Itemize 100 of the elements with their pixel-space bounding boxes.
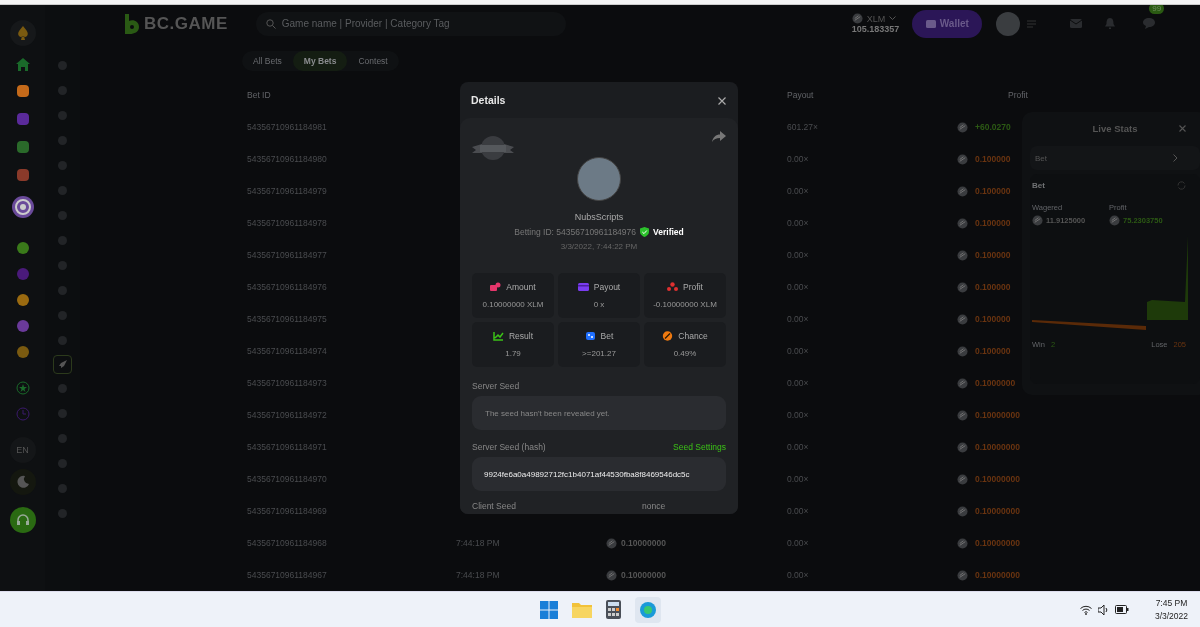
bet-id-cell-text: 54356710961184974 — [247, 346, 328, 356]
search-icon — [265, 18, 276, 29]
chevron-down-icon[interactable] — [889, 16, 897, 21]
profit-cell: +60.0270 — [975, 122, 1011, 132]
bet-id-cell-text: 54356710961184976 — [247, 282, 328, 292]
profit-cell: 0.1000000 — [975, 378, 1016, 388]
profit-cell: 0.100000 — [975, 282, 1011, 292]
battery-icon[interactable] — [1114, 605, 1129, 614]
percent-icon — [662, 331, 674, 341]
tab[interactable]: Contest — [347, 50, 399, 71]
amount-cell: 0.10000000 — [621, 570, 666, 580]
clock-icon[interactable] — [15, 407, 30, 421]
wifi-icon[interactable] — [1079, 604, 1092, 615]
shield-check-icon — [640, 227, 650, 237]
bet-id-cell-text: 54356710961184972 — [247, 410, 328, 420]
coin-icon — [957, 249, 968, 261]
folder-icon[interactable] — [572, 601, 592, 618]
logo-text: BC.GAME — [144, 13, 228, 34]
coin-icon — [957, 121, 968, 133]
bell-icon[interactable] — [1105, 18, 1116, 29]
close-icon — [1179, 125, 1186, 132]
coin-icon — [957, 217, 968, 229]
tab[interactable]: All Bets — [242, 50, 293, 71]
spade-icon[interactable] — [9, 20, 36, 46]
server-seed-field: The seed hasn't been revealed yet. — [472, 396, 726, 430]
profit-cell: 0.100000 — [975, 154, 1011, 164]
headset-icon[interactable] — [9, 507, 36, 533]
dice-icon — [584, 331, 596, 341]
profit-cell: 0.10000000 — [975, 506, 1020, 516]
tab[interactable]: My Bets — [292, 50, 348, 71]
bet-id-cell-text: 54356710961184970 — [247, 474, 328, 484]
betting-id: Betting ID: 54356710961184976 — [514, 227, 637, 237]
panel-title: Live Stats — [1092, 122, 1138, 134]
star-icon[interactable] — [15, 381, 30, 395]
bet-id-cell-text: 54356710961184968 — [247, 538, 328, 548]
refresh-icon[interactable] — [1177, 181, 1186, 190]
moon-icon[interactable] — [9, 469, 36, 495]
field-label: Server Seed — [472, 381, 520, 391]
chat-icon[interactable] — [1143, 17, 1156, 29]
home-icon[interactable] — [15, 58, 30, 71]
field-label: Server Seed (hash) — [472, 442, 546, 452]
mail-icon[interactable] — [1070, 19, 1083, 28]
close-icon — [718, 96, 726, 105]
time-cell: 7:44:18 PM — [456, 570, 500, 580]
stat-value: 0.10000000 XLM — [482, 300, 544, 309]
profit-cell: 0.100000 — [975, 314, 1011, 324]
coin-icon — [957, 537, 968, 549]
bet-id-cell-text: 54356710961184977 — [247, 250, 328, 260]
wallet-icon — [925, 19, 936, 28]
hash-field[interactable]: 9924fe6a0a49892712fc1b4071af44530fba8f8469546dc5c — [472, 457, 726, 491]
stat-label: Result — [508, 331, 534, 341]
language-button[interactable]: EN — [9, 437, 36, 463]
dialog-title: Details — [471, 94, 506, 106]
time-cell: 7:44:18 PM — [456, 538, 500, 548]
seed-settings-link[interactable]: Seed Settings — [673, 442, 726, 452]
bet-date: 3/3/2022, 7:44:22 PM — [559, 242, 639, 251]
currency-selector[interactable]: XLM — [866, 13, 886, 24]
bet-id-cell-text: 54356710961184969 — [247, 506, 328, 516]
profit-cell: 0.100000 — [975, 250, 1011, 260]
stat-value: 1.79 — [505, 349, 521, 358]
stat-label: Amount — [506, 282, 536, 292]
browser-icon[interactable] — [635, 596, 661, 623]
profit-cell: 0.100000 — [975, 186, 1011, 196]
coin-icon — [957, 569, 968, 581]
bet-id-cell-text: 54356710961184979 — [247, 186, 328, 196]
stat-value: 0 x — [593, 300, 605, 309]
coin-icon — [957, 313, 968, 325]
field-label: Client Seed — [472, 501, 517, 511]
field-label: nonce — [642, 501, 666, 511]
column-header: Bet ID — [247, 90, 272, 100]
bet-id-cell-text: 54356710961184971 — [247, 442, 328, 452]
user-avatar — [577, 157, 621, 201]
search-field[interactable]: Game name | Provider | Category Tag — [255, 11, 566, 36]
username: NubsScripts — [573, 212, 625, 222]
profit-cell: 0.10000000 — [975, 474, 1020, 484]
coin-icon — [606, 537, 617, 549]
share-icon[interactable] — [712, 131, 726, 142]
coins-icon — [490, 282, 502, 292]
coin-icon — [606, 569, 617, 581]
coin-icon — [1109, 215, 1120, 226]
bet-id-cell-text: 54356710961184980 — [247, 154, 328, 164]
clock-date[interactable]: 3/3/2022 — [1154, 611, 1188, 621]
user-avatar[interactable] — [996, 11, 1021, 36]
chart-icon — [492, 331, 504, 341]
stat-value: -0.10000000 XLM — [653, 300, 717, 309]
amount-cell: 0.10000000 — [621, 538, 666, 548]
clock-time[interactable]: 7:45 PM — [1155, 598, 1188, 608]
bet-id-cell-text: 54356710961184967 — [247, 570, 328, 580]
rocket-icon[interactable] — [57, 359, 68, 370]
coin-icon — [957, 473, 968, 485]
volume-icon[interactable] — [1097, 604, 1109, 615]
coin-icon — [957, 505, 968, 517]
column-header: Profit — [1008, 90, 1028, 100]
payout-cell-text: 601.27× — [787, 122, 819, 132]
wallet-button[interactable]: Wallet — [912, 9, 983, 38]
calculator-icon[interactable] — [606, 600, 621, 619]
windows-start-icon[interactable] — [540, 600, 558, 619]
bet-id-cell-text: 54356710961184978 — [247, 218, 328, 228]
logo-icon — [124, 13, 140, 34]
profit-cell: 0.100000 — [975, 346, 1011, 356]
